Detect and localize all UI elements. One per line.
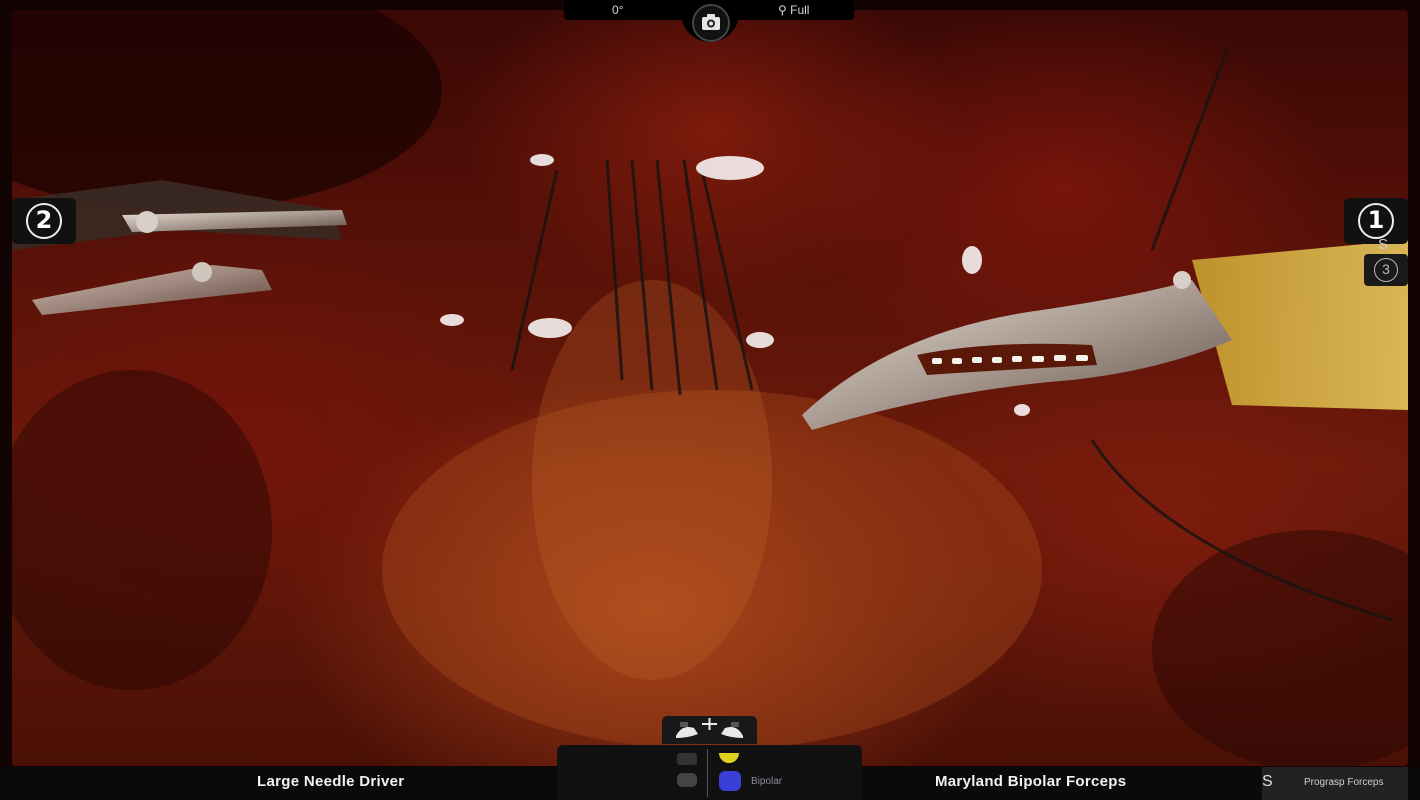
pod-divider	[707, 749, 708, 797]
camera-icon	[692, 4, 730, 42]
arm-swap-indicator: S	[1378, 236, 1389, 253]
arm-2-badge: 2	[12, 198, 76, 244]
zoom-label: Full	[790, 3, 810, 17]
surgical-scene-illustration	[12, 10, 1408, 766]
arm-1-badge: 1	[1344, 198, 1408, 244]
energy-pedal-panel: Bipolar	[557, 745, 862, 800]
left-pedal-bottom	[677, 773, 697, 787]
standby-tool-panel: S Prograsp Forceps	[1262, 767, 1408, 800]
standby-swap-icon: S	[1262, 773, 1273, 790]
left-tool-label: Large Needle Driver	[257, 773, 405, 790]
bipolar-pedal	[719, 771, 741, 791]
arm-3-badge: 3	[1364, 254, 1408, 286]
maryland-forceps-instrument	[802, 240, 1408, 430]
endoscope-video-feed	[12, 10, 1408, 766]
magnifier-icon: ⚲	[778, 3, 787, 17]
arm-3-number: 3	[1374, 258, 1398, 282]
right-tool-label: Maryland Bipolar Forceps	[935, 773, 1127, 790]
arm-1-number: 1	[1358, 203, 1394, 239]
zoom-indicator: ⚲ Full	[778, 3, 809, 17]
energy-mode-label: Bipolar	[751, 776, 783, 787]
scope-angle: 0°	[612, 3, 624, 17]
arm-2-number: 2	[26, 203, 62, 239]
hands-on-controllers-icon	[676, 718, 743, 738]
left-pedal-top	[677, 753, 697, 765]
hand-controls-indicator	[662, 716, 757, 744]
standby-tool-label: Prograsp Forceps	[1304, 777, 1384, 788]
yellow-pedal	[719, 753, 739, 763]
surgical-video-viewer: 0° ⚲ Full 2 1 S 3 Bipolar Large Needle D…	[0, 0, 1420, 800]
